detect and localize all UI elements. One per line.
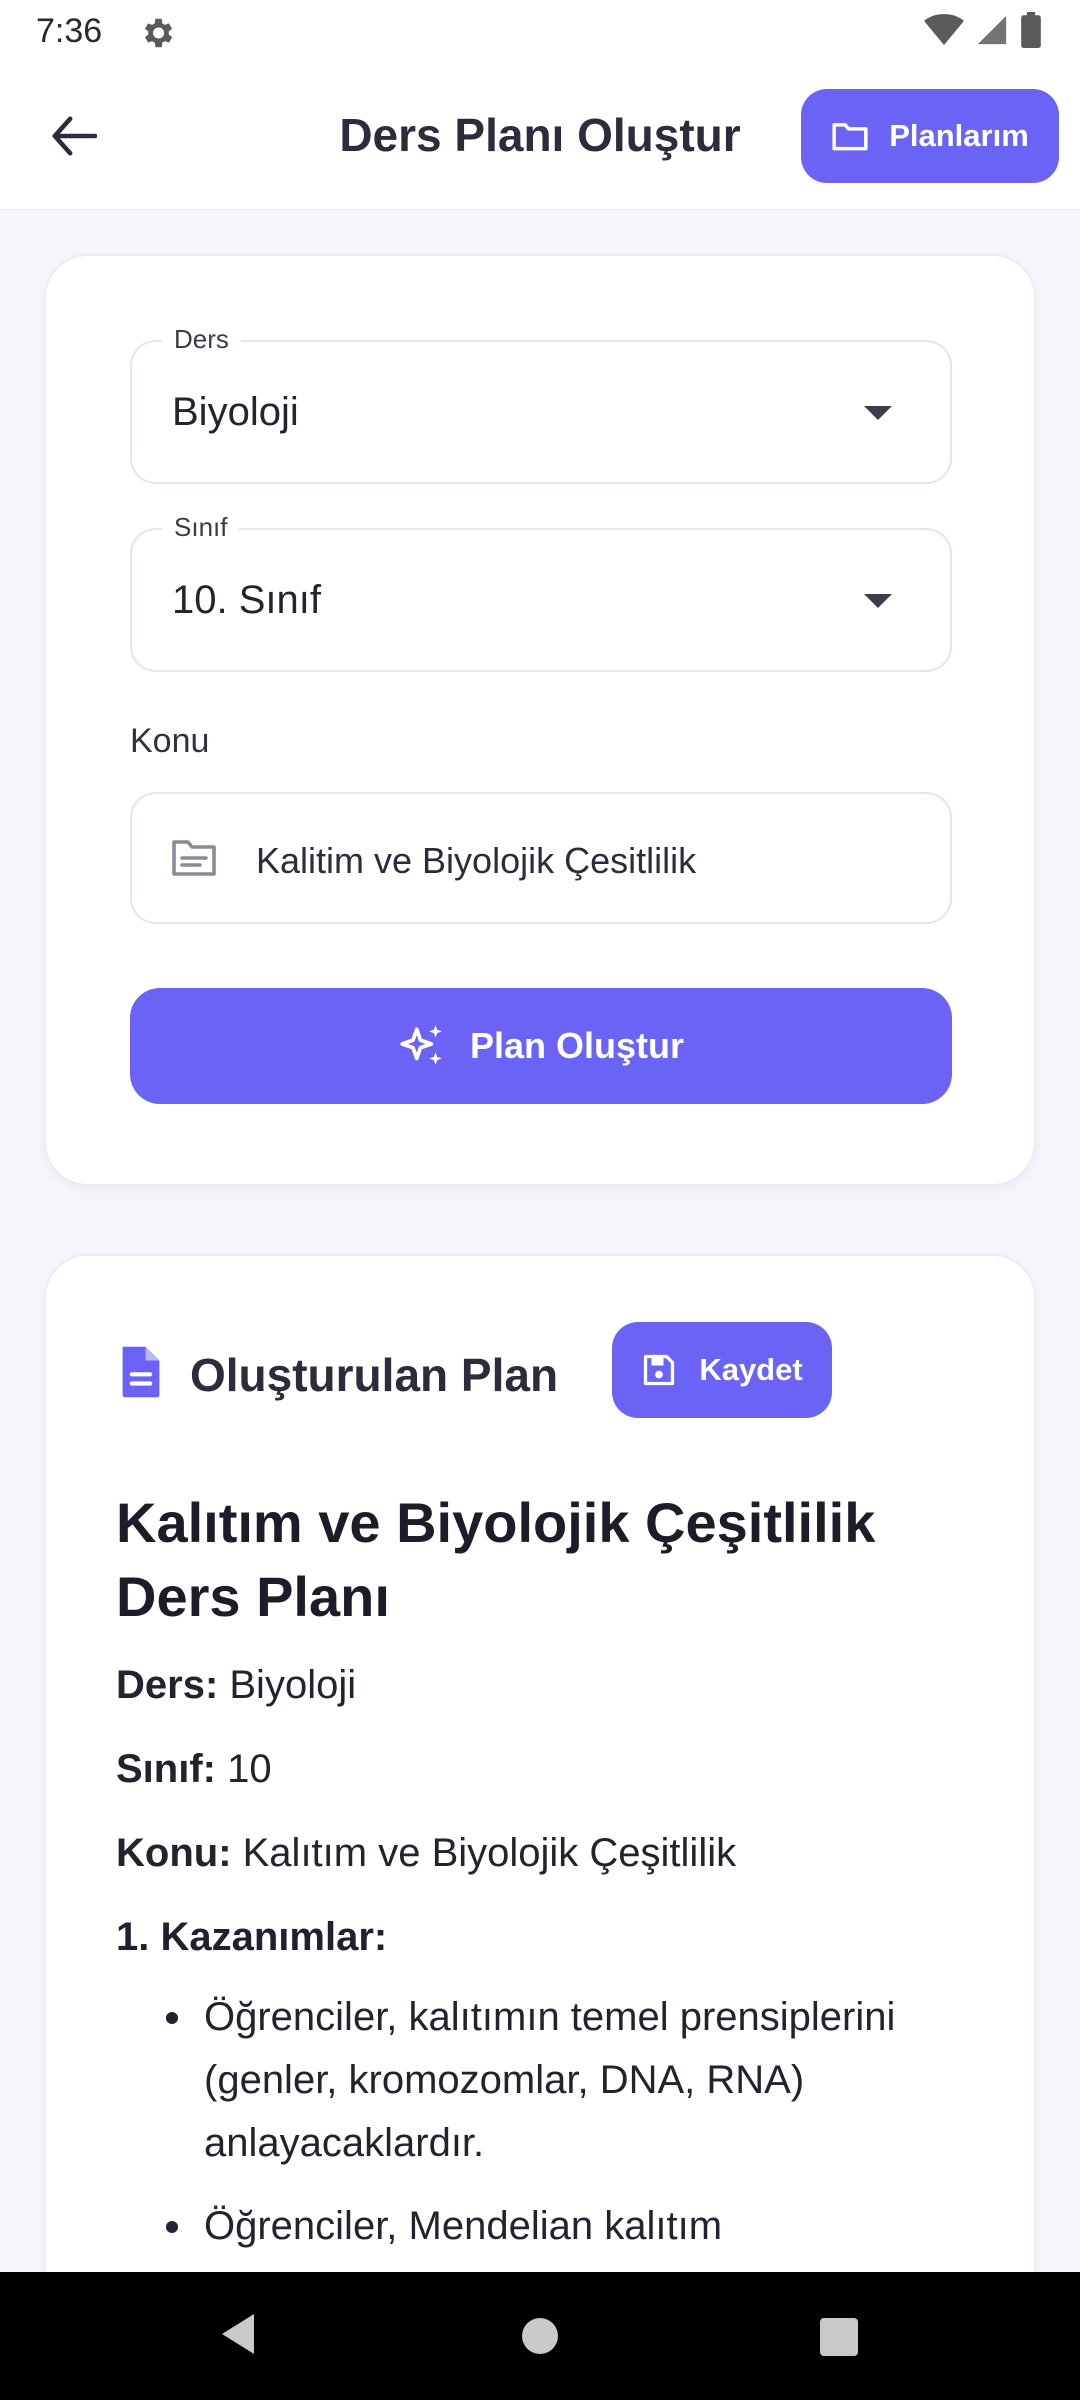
objectives-list: Öğrenciler, kalıtımın temel prensiplerin… (116, 1986, 976, 2258)
create-plan-label: Plan Oluştur (469, 1025, 685, 1066)
ders-label: Ders (162, 324, 241, 355)
battery-icon (1021, 12, 1041, 48)
system-nav-bar (0, 2272, 1080, 2400)
meta-konu-key: Konu: (116, 1831, 232, 1875)
save-icon (644, 1354, 675, 1386)
my-plans-label: Planlarım (889, 118, 1029, 153)
meta-konu: Konu: Kalıtım ve Biyolojik Çeşitlilik (116, 1824, 976, 1882)
meta-ders-key: Ders: (116, 1663, 219, 1707)
app-bar: Ders Planı Oluştur Planlarım (0, 64, 1080, 210)
nav-recents-icon[interactable] (820, 2318, 858, 2356)
meta-sinif: Sınıf: 10 (116, 1740, 976, 1798)
plan-form-card: Ders Biyoloji Sınıf 10. Sınıf Konu Kalit… (44, 254, 1036, 1186)
ders-value: Biyoloji (172, 390, 299, 434)
topic-icon (172, 840, 216, 876)
list-item: Öğrenciler, kalıtımın temel prensiplerin… (166, 1986, 976, 2175)
status-icons (924, 12, 1042, 48)
status-bar: 7:36 (0, 0, 1080, 64)
nav-home-icon[interactable] (522, 2318, 558, 2354)
meta-sinif-key: Sınıf: (116, 1747, 216, 1791)
generated-plan-title: Oluşturulan Plan (190, 1349, 559, 1401)
meta-sinif-value: 10 (215, 1747, 272, 1791)
nav-back-icon[interactable] (218, 2312, 258, 2356)
ders-dropdown[interactable]: Ders Biyoloji (130, 324, 952, 484)
konu-input[interactable]: Kalitim ve Biyolojik Çesitlilik (130, 792, 952, 924)
settings-gear-icon (144, 18, 173, 48)
konu-label: Konu (130, 722, 210, 760)
folder-icon (832, 123, 868, 151)
section-heading: 1. Kazanımlar: (116, 1915, 388, 1959)
wifi-icon (924, 14, 964, 45)
status-time: 7:36 (36, 12, 103, 50)
save-label: Kaydet (699, 1352, 803, 1387)
sinif-dropdown[interactable]: Sınıf 10. Sınıf (130, 512, 952, 672)
signal-icon (977, 15, 1007, 45)
generated-plan-card: Oluşturulan Plan Kaydet Kalıtım ve Biyol… (44, 1254, 1036, 2400)
plan-document: Kalıtım ve Biyolojik Çeşitlilik Ders Pla… (116, 1486, 976, 2278)
sinif-value: 10. Sınıf (172, 578, 321, 622)
meta-ders-value: Biyoloji (218, 1663, 357, 1707)
caret-down-icon (864, 594, 892, 608)
sinif-label: Sınıf (162, 512, 240, 543)
meta-ders: Ders: Biyoloji (116, 1656, 976, 1714)
create-plan-button[interactable]: Plan Oluştur (130, 988, 952, 1104)
document-icon (122, 1346, 160, 1398)
sparkles-icon (400, 1025, 442, 1065)
caret-down-icon (864, 406, 892, 420)
meta-konu-value: Kalıtım ve Biyolojik Çeşitlilik (231, 1831, 737, 1875)
list-item: Öğrenciler, Mendelian kalıtım (166, 2195, 976, 2258)
my-plans-button[interactable]: Planlarım (801, 89, 1059, 183)
save-button[interactable]: Kaydet (612, 1322, 832, 1418)
konu-input-value: Kalitim ve Biyolojik Çesitlilik (256, 840, 697, 881)
plan-document-title: Kalıtım ve Biyolojik Çeşitlilik Ders Pla… (116, 1491, 876, 1628)
